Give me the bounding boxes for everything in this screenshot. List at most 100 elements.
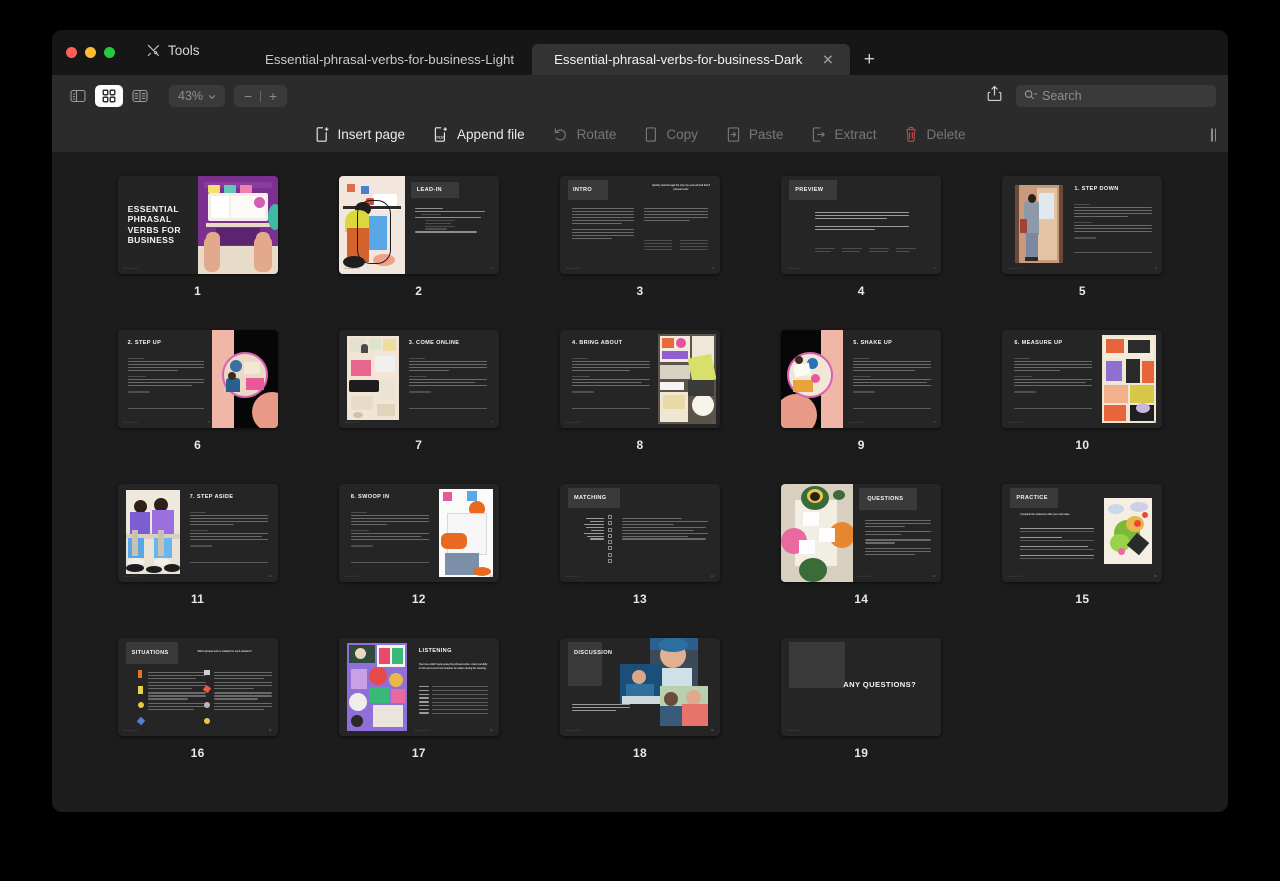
page-cell[interactable]: SITUATIONS Which phrasal verb is suitabl… <box>100 633 295 787</box>
page-cell[interactable]: DISCUSSION Essential PV 18 18 <box>542 633 737 787</box>
thumbnail-7[interactable]: 3. COME ONLINE Essential PV 7 <box>338 329 500 429</box>
thumbnail-18[interactable]: DISCUSSION Essential PV 18 <box>559 637 721 737</box>
extract-button[interactable]: Extract <box>811 126 876 143</box>
zoom-out-button[interactable]: − <box>236 85 260 107</box>
page-preview: ESSENTIAL PHRASAL VERBS FOR BUSINESS Ess… <box>117 176 278 274</box>
slide-page-number: 14 <box>932 575 936 578</box>
toolbar: 43% − + Search <box>52 75 1228 117</box>
page-number-label: 14 <box>854 592 869 606</box>
rotate-button[interactable]: Rotate <box>553 126 616 143</box>
slide-page-number: 11 <box>268 575 272 578</box>
delete-button[interactable]: Delete <box>904 126 965 143</box>
slide-title: 5. SHAKE UP <box>853 340 893 346</box>
thumbnail-16[interactable]: SITUATIONS Which phrasal verb is suitabl… <box>117 637 279 737</box>
page-text-view-button[interactable] <box>126 85 154 107</box>
tab-light-document[interactable]: Essential-phrasal-verbs-for-business-Lig… <box>247 44 532 75</box>
search-input[interactable]: Search <box>1016 85 1216 107</box>
slide-title: PREVIEW <box>795 187 824 193</box>
thumbnail-6[interactable]: 2. STEP UP Essential PV 6 <box>117 329 279 429</box>
thumbnail-3[interactable]: INTRO Quickly read through the story by … <box>559 175 721 275</box>
page-cell[interactable]: 4. BRING ABOUT Essential PV 8 8 <box>542 325 737 479</box>
pdf-app-window: Tools Essential-phrasal-verbs-for-busine… <box>52 30 1228 812</box>
close-window-button[interactable] <box>66 47 77 58</box>
page-number-label: 2 <box>415 284 423 298</box>
thumbnail-5[interactable]: 1. STEP DOWN Essential PV 5 <box>1001 175 1163 275</box>
slide-footer: Essential PV <box>344 268 360 270</box>
view-mode-group <box>64 85 157 107</box>
slide-title: 6. MEASURE UP <box>1014 340 1063 346</box>
slide-page-number: 4 <box>933 267 936 270</box>
thumbnail-15[interactable]: PRACTICE Complete the sentences with you… <box>1001 483 1163 583</box>
delete-label: Delete <box>926 127 966 142</box>
thumbnail-17[interactable]: LISTENING Your boss didn't quite grasp t… <box>338 637 500 737</box>
page-preview: 4. BRING ABOUT Essential PV 8 <box>559 330 720 428</box>
page-cell[interactable]: LEAD-IN Essential PV 2 2 <box>321 171 516 325</box>
search-placeholder: Search <box>1042 89 1082 103</box>
slide-footer: Essential PV <box>565 268 581 270</box>
page-cell[interactable]: 7. STEP ASIDE Essential PV 11 11 <box>100 479 295 633</box>
thumbnail-9[interactable]: 5. SHAKE UP Essential PV 9 <box>780 329 942 429</box>
page-number-label: 15 <box>1075 592 1090 606</box>
page-text-view-icon <box>132 89 148 103</box>
thumbnail-14[interactable]: QUESTIONS Essential PV 14 <box>780 483 942 583</box>
toolbar-resize-handle[interactable] <box>1211 128 1216 141</box>
page-cell[interactable]: 8. SWOOP IN Essential PV 12 12 <box>321 479 516 633</box>
page-preview: DISCUSSION Essential PV 18 <box>559 638 720 736</box>
slide-page-number: 3 <box>712 267 714 270</box>
thumbnail-13[interactable]: MATCHING Essential PV 13 <box>559 483 721 583</box>
page-cell[interactable]: 2. STEP UP Essential PV 6 6 <box>100 325 295 479</box>
thumbnail-12[interactable]: 8. SWOOP IN Essential PV 12 <box>338 483 500 583</box>
insert-page-button[interactable]: Insert page <box>315 126 406 143</box>
page-cell[interactable]: 1. STEP DOWN Essential PV 5 5 <box>985 171 1180 325</box>
tab-strip: Essential-phrasal-verbs-for-business-Lig… <box>247 30 888 75</box>
thumbnail-8[interactable]: 4. BRING ABOUT Essential PV 8 <box>559 329 721 429</box>
page-cell[interactable]: INTRO Quickly read through the story by … <box>542 171 737 325</box>
page-cell[interactable]: 6. MEASURE UP Essential PV 10 10 <box>985 325 1180 479</box>
page-preview: MATCHING Essential PV 13 <box>559 484 720 582</box>
page-thumbnail-area[interactable]: ESSENTIAL PHRASAL VERBS FOR BUSINESS Ess… <box>52 153 1228 811</box>
search-icon <box>1024 87 1038 105</box>
thumbnail-19[interactable]: ANY QUESTIONS? Essential PV <box>780 637 942 737</box>
page-cell[interactable]: PREVIEW Essential PV 4 4 <box>764 171 959 325</box>
insert-page-label: Insert page <box>337 127 406 142</box>
page-cell[interactable]: 3. COME ONLINE Essential PV 7 7 <box>321 325 516 479</box>
thumbnail-1[interactable]: ESSENTIAL PHRASAL VERBS FOR BUSINESS Ess… <box>117 175 279 275</box>
page-cell[interactable]: ANY QUESTIONS? Essential PV 19 <box>764 633 959 787</box>
share-button[interactable] <box>984 85 1004 107</box>
new-tab-button[interactable]: + <box>850 44 888 75</box>
zoom-in-button[interactable]: + <box>261 85 285 107</box>
page-cell[interactable]: LISTENING Your boss didn't quite grasp t… <box>321 633 516 787</box>
zoom-level-dropdown[interactable]: 43% <box>169 85 226 107</box>
minimize-window-button[interactable] <box>85 47 96 58</box>
paste-button[interactable]: Paste <box>726 126 783 143</box>
slide-title: 4. BRING ABOUT <box>571 340 623 346</box>
page-cell[interactable]: 5. SHAKE UP Essential PV 9 9 <box>764 325 959 479</box>
thumbnail-11[interactable]: 7. STEP ASIDE Essential PV 11 <box>117 483 279 583</box>
sidebar-view-button[interactable] <box>64 85 92 107</box>
slide-page-number: 18 <box>711 729 714 732</box>
page-cell[interactable]: PRACTICE Complete the sentences with you… <box>985 479 1180 633</box>
page-preview: 3. COME ONLINE Essential PV 7 <box>338 330 499 428</box>
copy-button[interactable]: Copy <box>644 126 698 143</box>
append-file-button[interactable]: PDF Append file <box>433 126 525 143</box>
rotate-icon <box>553 126 569 143</box>
tab-dark-document[interactable]: Essential-phrasal-verbs-for-business-Dar… <box>532 44 851 75</box>
tools-button[interactable]: Tools <box>146 43 200 58</box>
slide-title: 1. STEP DOWN <box>1074 186 1119 192</box>
grid-view-button[interactable] <box>95 85 123 107</box>
thumbnail-10[interactable]: 6. MEASURE UP Essential PV 10 <box>1001 329 1163 429</box>
maximize-window-button[interactable] <box>104 47 115 58</box>
page-preview: 5. SHAKE UP Essential PV 9 <box>781 330 942 428</box>
page-cell[interactable]: MATCHING Essential PV 13 13 <box>542 479 737 633</box>
slide-footer: Essential PV <box>123 576 139 578</box>
slide-title: ESSENTIAL PHRASAL VERBS FOR BUSINESS <box>127 204 181 246</box>
thumbnail-2[interactable]: LEAD-IN Essential PV 2 <box>338 175 500 275</box>
page-preview: PRACTICE Complete the sentences with you… <box>1002 484 1163 582</box>
sidebar-view-icon <box>70 89 86 103</box>
page-cell[interactable]: QUESTIONS Essential PV 14 14 <box>764 479 959 633</box>
close-tab-icon[interactable]: ✕ <box>821 52 834 66</box>
thumbnail-4[interactable]: PREVIEW Essential PV 4 <box>780 175 942 275</box>
page-cell[interactable]: ESSENTIAL PHRASAL VERBS FOR BUSINESS Ess… <box>100 171 295 325</box>
page-preview: LEAD-IN Essential PV 2 <box>338 176 499 274</box>
page-preview: 7. STEP ASIDE Essential PV 11 <box>117 484 278 582</box>
